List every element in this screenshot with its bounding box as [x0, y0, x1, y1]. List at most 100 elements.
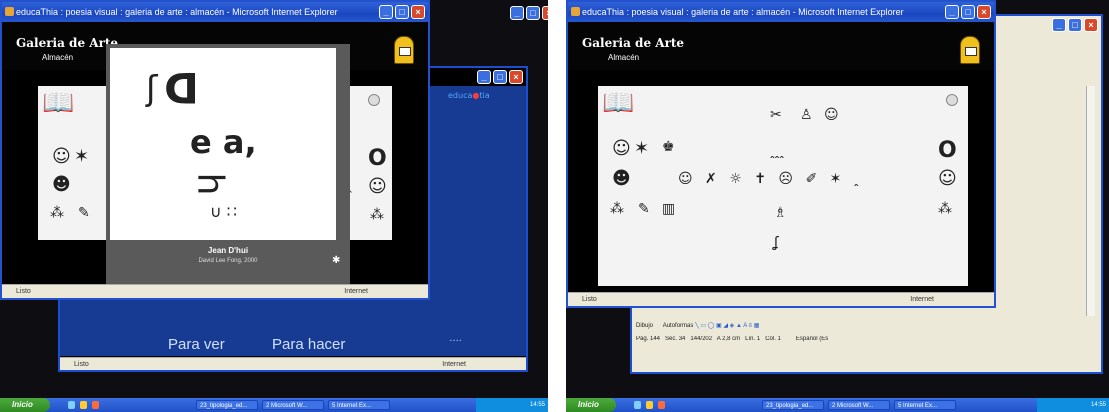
- close-icon[interactable]: ×: [509, 70, 523, 84]
- status-zone: Internet: [344, 288, 368, 295]
- minimize-icon[interactable]: _: [1052, 18, 1066, 32]
- status-bar: Listo Internet: [568, 292, 994, 306]
- artwork-thumb-brush[interactable]: ✎: [78, 206, 90, 220]
- gallery-title: Galeria de Arte: [16, 36, 119, 50]
- gallery-panel: 📖 ✂ ♙ ☺ ☺ ✶ ♚ ꞈꞈꞈ O ☻ ☺ ✗ ☼ ✝ ☹ ✐ ✶ ꞈ ☺ …: [598, 86, 968, 286]
- artwork-glyph-arc: ʃ: [146, 69, 158, 109]
- quicklaunch-icon[interactable]: [634, 401, 641, 409]
- mailbox-icon[interactable]: [394, 36, 414, 64]
- artwork-thumb-people[interactable]: ꞈꞈꞈ: [770, 144, 784, 158]
- nav-para-hacer[interactable]: Para hacer: [272, 336, 345, 353]
- gallery-header: Galeria de Arte Almacén: [568, 22, 994, 70]
- artwork-thumb-crowd[interactable]: ♚: [662, 140, 675, 154]
- artwork-thumb-brush[interactable]: ✎: [638, 202, 650, 216]
- quicklaunch-icon[interactable]: [646, 401, 653, 409]
- word-window-controls: _ □ ×: [1052, 18, 1098, 32]
- artwork-image: D ʃ e a, h ∪ ∷: [110, 48, 336, 240]
- artwork-glyph-d: D: [164, 63, 199, 112]
- ie-icon: [571, 7, 580, 16]
- minimize-icon[interactable]: _: [477, 70, 491, 84]
- taskbar-task[interactable]: 2 Microsoft W...: [828, 400, 890, 410]
- status-zone: Internet: [442, 361, 466, 368]
- bg-window-controls: _ □ ×: [477, 70, 523, 84]
- artwork-thumb-spikes-2[interactable]: ⁂: [938, 202, 952, 216]
- maximize-icon[interactable]: □: [395, 5, 409, 19]
- maximize-icon[interactable]: □: [526, 6, 540, 20]
- word-status-bar: Pág. 144 Sec. 34 144/202 A 2,8 cm Lín. 1…: [636, 336, 1096, 347]
- word-section: Sec. 34: [665, 336, 686, 342]
- screenshot-right: _ □ × Dibujo Autoformas ╲ ▭ ◯ ▣ ◢ ◈ ▲ A …: [566, 0, 1109, 412]
- draw-menu[interactable]: Dibujo: [636, 323, 653, 329]
- taskbar: Inicio 23_tipologia_ed... 2 Microsoft W.…: [566, 398, 1109, 412]
- artwork-thumb-star[interactable]: ✶: [74, 148, 89, 166]
- artwork-thumb-face-3[interactable]: ☺: [824, 108, 839, 122]
- close-icon[interactable]: ×: [1084, 18, 1098, 32]
- artwork-thumb-head[interactable]: ☻: [612, 170, 631, 188]
- close-icon[interactable]: ×: [977, 5, 991, 19]
- artwork-thumb-face[interactable]: ☺: [612, 140, 631, 158]
- taskbar-task[interactable]: 5 Internet Ex...: [894, 400, 956, 410]
- minimize-icon[interactable]: _: [945, 5, 959, 19]
- artwork-thumb-strip[interactable]: ☺ ✗ ☼ ✝ ☹ ✐ ✶ ꞈ: [678, 172, 862, 186]
- start-button[interactable]: Inicio: [0, 398, 50, 412]
- artwork-glyph-u: ∪ ∷: [210, 202, 237, 221]
- taskbar-task[interactable]: 23_tipologia_ed...: [762, 400, 824, 410]
- bg-status-bar: Listo Internet: [60, 357, 526, 370]
- ie-window[interactable]: educaThia : poesia visual : galeria de a…: [566, 0, 996, 308]
- artwork-thumb-lamp[interactable]: ♙: [800, 108, 813, 122]
- artwork-glyph-letters: e a,: [190, 123, 257, 161]
- open-book-icon[interactable]: 📖: [602, 90, 634, 116]
- artwork-thumb-star[interactable]: ✶: [634, 140, 649, 158]
- mailbox-icon[interactable]: [960, 36, 980, 64]
- maximize-icon[interactable]: □: [493, 70, 507, 84]
- artwork-thumb-bold-o[interactable]: O: [368, 148, 387, 170]
- artwork-thumb-spikes-2[interactable]: ⁂: [370, 208, 384, 222]
- taskbar-task[interactable]: 23_tipologia_ed...: [196, 400, 258, 410]
- panel-close-icon[interactable]: [946, 94, 958, 106]
- artwork-thumb-face-2[interactable]: ☺: [368, 178, 387, 196]
- screenshot-left: _ □ × _ □ × educa●tia Para ver Para hace…: [0, 0, 548, 412]
- artwork-thumb-scribble[interactable]: ʆ: [774, 236, 779, 250]
- quicklaunch-icon[interactable]: [92, 401, 99, 409]
- status-text: Listo: [582, 296, 597, 303]
- word-vertical-scrollbar[interactable]: [1086, 86, 1095, 316]
- gallery-subtitle: Almacén: [608, 53, 640, 62]
- nav-para-ver[interactable]: Para ver: [168, 336, 225, 353]
- word-position: A 2,8 cm: [716, 336, 741, 342]
- window-title: educaThia : poesia visual : galeria de a…: [16, 7, 338, 17]
- modal-close-icon[interactable]: ✱: [332, 256, 340, 266]
- artwork-thumb-bold-o[interactable]: O: [938, 140, 957, 162]
- close-icon[interactable]: ×: [542, 6, 548, 20]
- artwork-modal: D ʃ e a, h ∪ ∷ Jean D'hui David Lee Fong…: [106, 44, 350, 284]
- maximize-icon[interactable]: □: [961, 5, 975, 19]
- quicklaunch-icon[interactable]: [68, 401, 75, 409]
- autoshapes-menu[interactable]: Autoformas: [663, 323, 694, 329]
- taskbar-task[interactable]: 5 Internet Ex...: [328, 400, 390, 410]
- maximize-icon[interactable]: □: [1068, 18, 1082, 32]
- close-icon[interactable]: ×: [411, 5, 425, 19]
- quicklaunch-icon[interactable]: [658, 401, 665, 409]
- quicklaunch-icon[interactable]: [80, 401, 87, 409]
- background-window-controls: _ □ ×: [510, 6, 548, 20]
- status-text: Listo: [16, 288, 31, 295]
- window-controls: _ □ ×: [379, 5, 425, 19]
- start-button[interactable]: Inicio: [566, 398, 616, 412]
- taskbar-task[interactable]: 2 Microsoft W...: [262, 400, 324, 410]
- open-book-icon[interactable]: 📖: [42, 90, 74, 116]
- panel-close-icon[interactable]: [368, 94, 380, 106]
- minimize-icon[interactable]: _: [510, 6, 524, 20]
- artwork-thumb-face-2[interactable]: ☺: [938, 170, 957, 188]
- artwork-thumb-face[interactable]: ☺: [52, 148, 71, 166]
- artwork-thumb-tool[interactable]: ✂: [770, 108, 782, 122]
- word-draw-toolbar: Dibujo Autoformas ╲ ▭ ◯ ▣ ◢ ◈ ▲ A ≡ ▦: [636, 322, 1096, 334]
- artwork-thumb-bars[interactable]: ▥: [662, 202, 675, 216]
- window-titlebar[interactable]: educaThia : poesia visual : galeria de a…: [2, 2, 428, 22]
- word-line: Lín. 1: [745, 336, 761, 342]
- artwork-thumb-figure[interactable]: ♗: [774, 206, 787, 220]
- artwork-thumb-head[interactable]: ☻: [52, 176, 71, 194]
- ie-window[interactable]: educaThia : poesia visual : galeria de a…: [0, 0, 430, 300]
- window-titlebar[interactable]: educaThia : poesia visual : galeria de a…: [568, 2, 994, 22]
- minimize-icon[interactable]: _: [379, 5, 393, 19]
- artwork-thumb-spikes[interactable]: ⁂: [610, 202, 624, 216]
- artwork-thumb-spikes[interactable]: ⁂: [50, 206, 64, 220]
